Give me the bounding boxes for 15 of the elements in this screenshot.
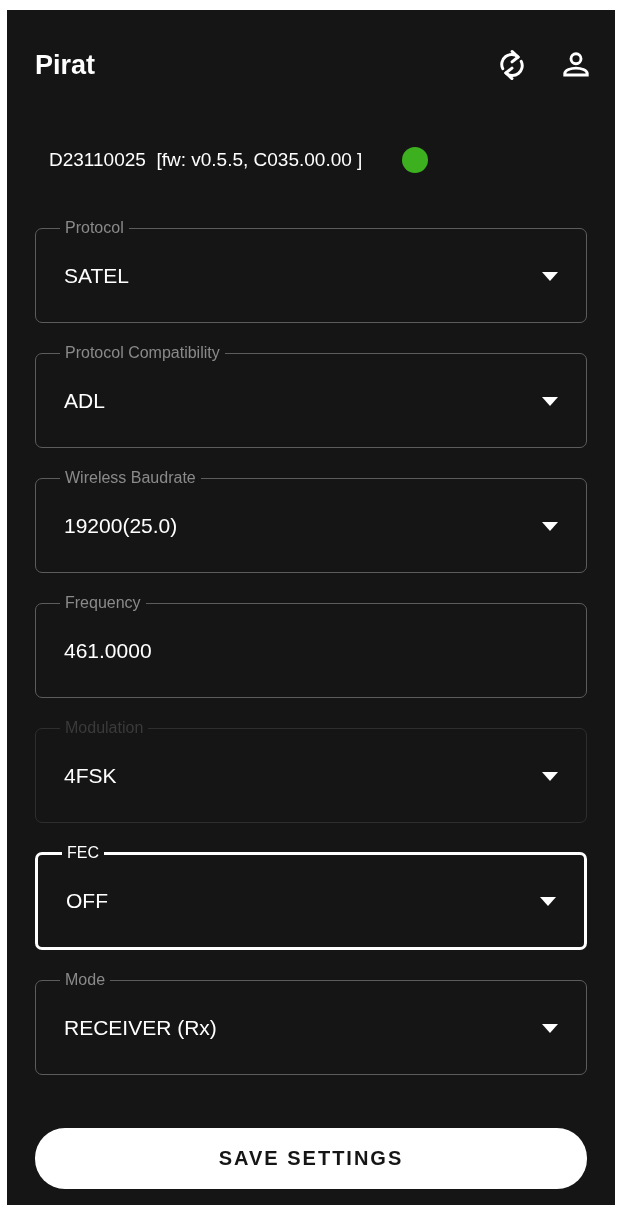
dropdown-caret-icon[interactable] — [542, 396, 558, 406]
dropdown-caret-icon[interactable] — [542, 271, 558, 281]
select-field[interactable]: FEC OFF — [35, 843, 587, 950]
select-field[interactable]: Protocol SATEL — [35, 218, 587, 323]
select-field[interactable]: Protocol Compatibility ADL — [35, 343, 587, 448]
dropdown-caret-icon[interactable] — [540, 896, 556, 906]
select-field[interactable]: Wireless Baudrate 19200(25.0) — [35, 468, 587, 573]
app-title: Pirat — [35, 49, 96, 81]
select-field[interactable]: Mode RECEIVER (Rx) — [35, 970, 587, 1075]
dropdown-caret-icon[interactable] — [542, 521, 558, 531]
dropdown-caret-icon[interactable] — [542, 1023, 558, 1033]
device-info: D23110025 [fw: v0.5.5, C035.00.00 ] — [49, 149, 363, 171]
input-field[interactable]: Frequency 461.0000 — [35, 593, 587, 698]
save-button[interactable]: SAVE SETTINGS — [35, 1128, 587, 1189]
refresh-icon[interactable] — [497, 49, 527, 81]
